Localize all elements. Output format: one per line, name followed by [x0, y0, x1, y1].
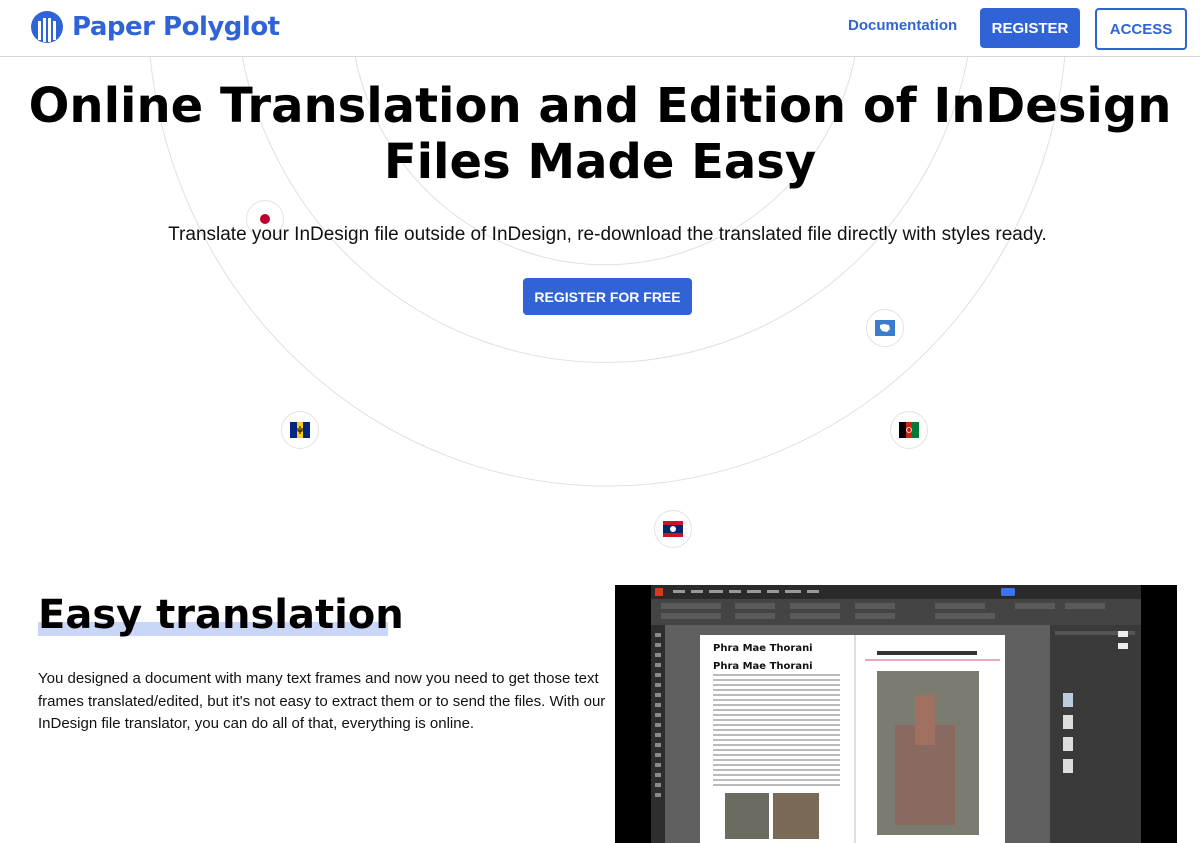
svg-text:Phra Mae Thorani: Phra Mae Thorani — [713, 661, 813, 672]
afghanistan-flag-icon — [890, 411, 928, 449]
hero-subtitle: Translate your InDesign file outside of … — [168, 224, 1047, 245]
section-body: You designed a document with many text f… — [38, 670, 606, 732]
register-button[interactable]: REGISTER — [980, 8, 1080, 48]
svg-text:Phra Mae Thorani: Phra Mae Thorani — [713, 643, 813, 654]
access-button[interactable]: ACCESS — [1095, 8, 1187, 50]
indesign-screenshot: Phra Mae Thorani Phra Mae Thorani — [615, 585, 1177, 843]
logo-icon — [31, 11, 63, 43]
site-header: Paper Polyglot Documentation REGISTER AC… — [0, 0, 1200, 57]
documentation-link[interactable]: Documentation — [848, 17, 957, 34]
section-title: Easy translation — [38, 592, 404, 638]
brand-logo[interactable]: Paper Polyglot — [30, 10, 280, 44]
brand-name: Paper Polyglot — [72, 12, 280, 42]
register-free-button[interactable]: REGISTER FOR FREE — [523, 278, 692, 315]
hero-title-line2: Files Made Easy — [383, 134, 817, 190]
barbados-flag-icon — [281, 411, 319, 449]
indesign-window-image: Phra Mae Thorani Phra Mae Thorani — [615, 585, 1177, 843]
laos-flag-icon — [654, 510, 692, 548]
hero-title: Online Translation and Edition of InDesi… — [0, 78, 1200, 190]
antarctica-flag-icon — [866, 309, 904, 347]
hero-title-line1: Online Translation and Edition of InDesi… — [28, 78, 1172, 134]
